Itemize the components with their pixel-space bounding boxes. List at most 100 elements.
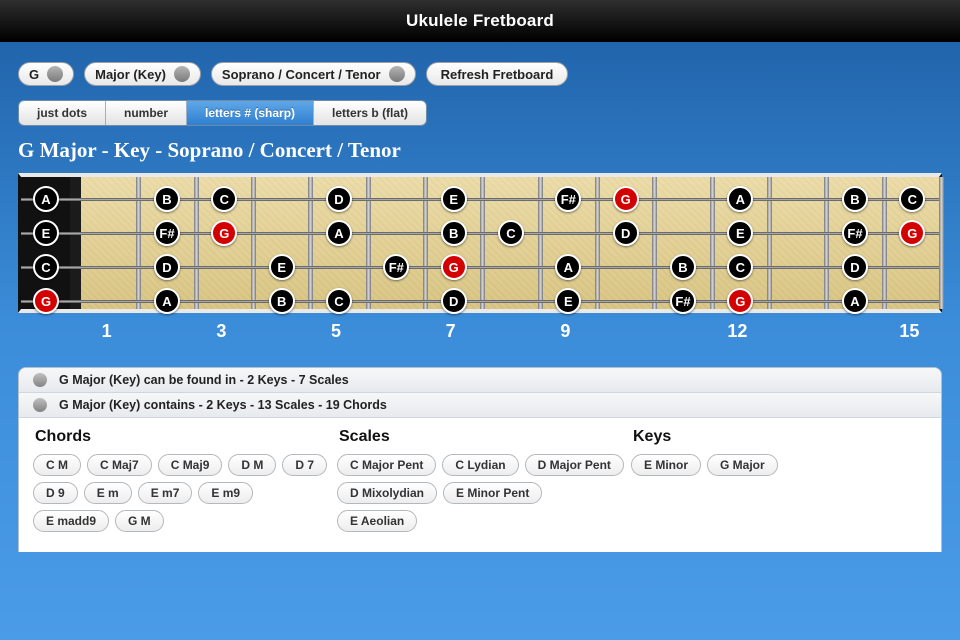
chord-chip[interactable]: D M <box>228 454 276 476</box>
fret-numbers: 135791215 <box>18 313 942 341</box>
chord-chip[interactable]: E m7 <box>138 482 193 504</box>
note-marker[interactable]: B <box>441 220 467 246</box>
fret-number: 12 <box>727 321 747 342</box>
row-dot-icon <box>33 398 47 412</box>
note-marker[interactable]: F# <box>555 186 581 212</box>
fret-wire <box>652 177 657 309</box>
note-marker[interactable]: E <box>555 288 581 314</box>
note-marker[interactable]: G <box>211 220 237 246</box>
found-in-text: G Major (Key) can be found in - 2 Keys -… <box>59 373 349 387</box>
note-marker[interactable]: E <box>727 220 753 246</box>
scales-list: C Major Pent C Lydian D Major Pent D Mixoly… <box>337 454 627 532</box>
note-marker[interactable]: F# <box>670 288 696 314</box>
note-marker[interactable]: F# <box>383 254 409 280</box>
note-marker[interactable]: E <box>441 186 467 212</box>
scale-chip[interactable]: E Minor Pent <box>443 482 542 504</box>
dropdown-dot-icon <box>47 66 63 82</box>
refresh-button[interactable]: Refresh Fretboard <box>426 62 569 86</box>
note-marker[interactable]: C <box>33 254 59 280</box>
relations-panel: G Major (Key) can be found in - 2 Keys -… <box>18 367 942 552</box>
note-marker[interactable]: F# <box>154 220 180 246</box>
note-marker[interactable]: G <box>33 288 59 314</box>
chords-column: Chords C MC Maj7C Maj9D MD 7D 9E mE m7E … <box>33 424 333 532</box>
note-marker[interactable]: D <box>326 186 352 212</box>
scale-chip[interactable]: D Mixolydian <box>337 482 437 504</box>
note-marker[interactable]: G <box>727 288 753 314</box>
chord-chip[interactable]: C Maj9 <box>158 454 223 476</box>
keys-list: E Minor G Major <box>631 454 891 476</box>
tuning-selector[interactable]: Soprano / Concert / Tenor <box>211 62 416 86</box>
note-marker[interactable]: E <box>33 220 59 246</box>
note-marker[interactable]: G <box>613 186 639 212</box>
note-marker[interactable]: B <box>842 186 868 212</box>
note-marker[interactable]: D <box>441 288 467 314</box>
lists: Chords C MC Maj7C Maj9D MD 7D 9E mE m7E … <box>19 418 941 552</box>
view-mode-option[interactable]: number <box>106 101 187 125</box>
note-marker[interactable]: A <box>33 186 59 212</box>
note-marker[interactable]: A <box>842 288 868 314</box>
note-marker[interactable]: D <box>613 220 639 246</box>
view-mode-option[interactable]: letters b (flat) <box>314 101 426 125</box>
refresh-label: Refresh Fretboard <box>441 67 554 82</box>
note-marker[interactable]: C <box>211 186 237 212</box>
fretboard[interactable]: ABCDEF#GABCEF#GABCDEF#GCDEF#GABCDGABCDEF… <box>18 173 942 313</box>
tuning-label: Soprano / Concert / Tenor <box>222 67 381 82</box>
note-marker[interactable]: C <box>727 254 753 280</box>
note-marker[interactable]: A <box>154 288 180 314</box>
fretboard-container: ABCDEF#GABCEF#GABCDEF#GCDEF#GABCDGABCDEF… <box>18 173 942 341</box>
view-mode-option[interactable]: letters # (sharp) <box>187 101 314 125</box>
note-marker[interactable]: G <box>899 220 925 246</box>
row-dot-icon <box>33 373 47 387</box>
scales-heading: Scales <box>337 424 627 454</box>
note-marker[interactable]: A <box>555 254 581 280</box>
found-in-row[interactable]: G Major (Key) can be found in - 2 Keys -… <box>19 368 941 393</box>
scale-chip[interactable]: C Lydian <box>442 454 518 476</box>
note-marker[interactable]: E <box>269 254 295 280</box>
note-marker[interactable]: C <box>326 288 352 314</box>
chord-chip[interactable]: E madd9 <box>33 510 109 532</box>
key-chip[interactable]: E Minor <box>631 454 701 476</box>
fret-wire <box>824 177 829 309</box>
chord-chip[interactable]: G M <box>115 510 164 532</box>
fret-wire <box>308 177 313 309</box>
note-marker[interactable]: G <box>441 254 467 280</box>
chord-chip[interactable]: C Maj7 <box>87 454 152 476</box>
fret-number: 1 <box>102 321 112 342</box>
note-marker[interactable]: D <box>154 254 180 280</box>
fret-wire <box>939 177 944 309</box>
note-marker[interactable]: B <box>670 254 696 280</box>
chord-chip[interactable]: E m9 <box>198 482 253 504</box>
quality-selector[interactable]: Major (Key) <box>84 62 201 86</box>
chord-chip[interactable]: E m <box>84 482 132 504</box>
root-note-selector[interactable]: G <box>18 62 74 86</box>
keys-heading: Keys <box>631 424 891 454</box>
note-marker[interactable]: B <box>154 186 180 212</box>
fret-number: 3 <box>216 321 226 342</box>
fret-number: 9 <box>560 321 570 342</box>
note-marker[interactable]: A <box>727 186 753 212</box>
fret-wire <box>595 177 600 309</box>
titlebar: Ukulele Fretboard <box>0 0 960 42</box>
note-marker[interactable]: D <box>842 254 868 280</box>
quality-label: Major (Key) <box>95 67 166 82</box>
scale-chip[interactable]: D Major Pent <box>525 454 624 476</box>
note-marker[interactable]: A <box>326 220 352 246</box>
scale-chip[interactable]: C Major Pent <box>337 454 436 476</box>
note-marker[interactable]: B <box>269 288 295 314</box>
view-mode-option[interactable]: just dots <box>19 101 106 125</box>
fret-wire <box>538 177 543 309</box>
note-marker[interactable]: C <box>899 186 925 212</box>
note-marker[interactable]: C <box>498 220 524 246</box>
note-marker[interactable]: F# <box>842 220 868 246</box>
fret-number: 7 <box>446 321 456 342</box>
contains-row[interactable]: G Major (Key) contains - 2 Keys - 13 Sca… <box>19 393 941 418</box>
scales-column: Scales C Major Pent C Lydian D Major Pent D… <box>337 424 627 532</box>
fret-wire <box>136 177 141 309</box>
key-chip[interactable]: G Major <box>707 454 778 476</box>
fret-wire <box>366 177 371 309</box>
fret-wire <box>882 177 887 309</box>
chord-chip[interactable]: D 7 <box>282 454 327 476</box>
chord-chip[interactable]: D 9 <box>33 482 78 504</box>
scale-chip[interactable]: E Aeolian <box>337 510 417 532</box>
chord-chip[interactable]: C M <box>33 454 81 476</box>
